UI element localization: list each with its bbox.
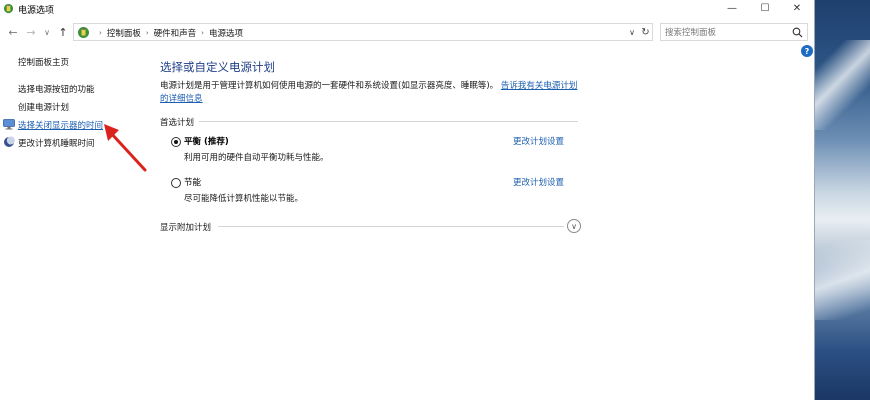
power-saver-change-settings-link[interactable]: 更改计划设置 bbox=[513, 176, 564, 188]
maximize-icon: ☐ bbox=[760, 3, 770, 14]
chevron-down-icon: ∨ bbox=[44, 27, 50, 37]
control-panel-icon bbox=[78, 27, 89, 38]
title-bar: 电源选项 — ☐ ✕ bbox=[0, 0, 814, 17]
sidebar-home-link[interactable]: 控制面板主页 bbox=[18, 56, 69, 68]
show-additional-plans-header[interactable]: 显示附加计划 bbox=[160, 221, 211, 233]
refresh-icon: ↻ bbox=[641, 26, 650, 38]
power-saver-plan-description: 尽可能降低计算机性能以节能。 bbox=[184, 194, 304, 204]
address-dropdown-button[interactable]: ∨ bbox=[626, 26, 638, 39]
minimize-button[interactable]: — bbox=[715, 0, 749, 17]
search-icon[interactable] bbox=[792, 27, 803, 38]
breadcrumb: › 控制面板 › 硬件和声音 › 电源选项 bbox=[94, 27, 243, 39]
preferred-plans-header: 首选计划 bbox=[160, 118, 195, 128]
sidebar-item-sleep-time[interactable]: 更改计算机睡眠时间 bbox=[18, 137, 95, 149]
description-text: 电源计划是用于管理计算机如何使用电源的一套硬件和系统设置(如显示器亮度、睡眠等)… bbox=[160, 81, 499, 91]
recent-locations-button[interactable]: ∨ bbox=[42, 24, 52, 40]
balanced-change-settings-link[interactable]: 更改计划设置 bbox=[513, 135, 564, 147]
expand-additional-plans-button[interactable]: ∨ bbox=[567, 219, 581, 233]
breadcrumb-item-hardware-sound[interactable]: 硬件和声音 bbox=[154, 27, 197, 39]
maximize-button[interactable]: ☐ bbox=[748, 0, 782, 17]
search-input[interactable] bbox=[665, 26, 785, 39]
breadcrumb-item-control-panel[interactable]: 控制面板 bbox=[107, 27, 141, 39]
breadcrumb-item-power-options[interactable]: 电源选项 bbox=[209, 27, 243, 39]
breadcrumb-separator: › bbox=[99, 29, 102, 37]
sidebar-item-display-off[interactable]: 选择关闭显示器的时间 bbox=[18, 119, 103, 131]
window-border bbox=[814, 0, 815, 400]
breadcrumb-separator[interactable]: › bbox=[201, 29, 204, 37]
address-bar[interactable]: › 控制面板 › 硬件和声音 › 电源选项 ∨ ↻ bbox=[73, 23, 653, 41]
up-button[interactable]: ↑ bbox=[56, 24, 70, 40]
divider bbox=[199, 121, 578, 122]
up-arrow-icon: ↑ bbox=[58, 25, 68, 39]
minimize-icon: — bbox=[727, 3, 737, 14]
annotation-arrow-icon bbox=[104, 124, 147, 172]
help-icon: ? bbox=[804, 46, 810, 56]
back-button[interactable]: ← bbox=[6, 24, 20, 40]
divider bbox=[218, 226, 564, 227]
balanced-plan-description: 利用可用的硬件自动平衡功耗与性能。 bbox=[184, 153, 329, 163]
chevron-down-icon: ∨ bbox=[629, 28, 635, 37]
navigation-bar: ← → ∨ ↑ › 控制面板 › 硬件和声音 › 电源选项 ∨ ↻ bbox=[0, 22, 814, 42]
balanced-plan-name[interactable]: 平衡 (推荐) bbox=[184, 135, 229, 147]
close-button[interactable]: ✕ bbox=[780, 0, 814, 17]
forward-button[interactable]: → bbox=[24, 24, 38, 40]
desktop-wallpaper bbox=[815, 0, 870, 400]
page-description: 电源计划是用于管理计算机如何使用电源的一套硬件和系统设置(如显示器亮度、睡眠等)… bbox=[160, 80, 580, 106]
close-icon: ✕ bbox=[792, 3, 802, 14]
sidebar-item-create-plan[interactable]: 创建电源计划 bbox=[18, 101, 69, 113]
help-button[interactable]: ? bbox=[801, 45, 813, 57]
power-options-icon bbox=[3, 3, 14, 14]
window-title: 电源选项 bbox=[18, 6, 55, 16]
forward-arrow-icon: → bbox=[26, 25, 36, 39]
breadcrumb-separator[interactable]: › bbox=[146, 29, 149, 37]
back-arrow-icon: ← bbox=[8, 25, 18, 39]
power-saver-plan-name[interactable]: 节能 bbox=[184, 176, 201, 188]
chevron-down-icon: ∨ bbox=[571, 221, 577, 231]
sidebar-item-power-button[interactable]: 选择电源按钮的功能 bbox=[18, 83, 95, 95]
search-box[interactable] bbox=[660, 23, 808, 41]
monitor-icon bbox=[3, 119, 15, 130]
balanced-plan-radio[interactable] bbox=[171, 137, 181, 147]
page-title: 选择或自定义电源计划 bbox=[160, 60, 275, 74]
moon-sleep-icon bbox=[4, 136, 15, 147]
refresh-button[interactable]: ↻ bbox=[639, 25, 652, 39]
power-saver-plan-radio[interactable] bbox=[171, 178, 181, 188]
